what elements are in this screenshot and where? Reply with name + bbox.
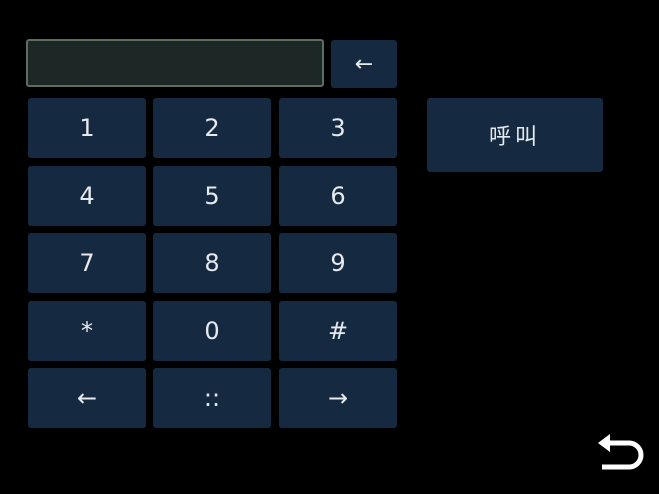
- key-colon-label: ::: [203, 384, 221, 412]
- back-button[interactable]: [592, 433, 648, 483]
- key-9-label: 9: [330, 249, 346, 277]
- key-star-button[interactable]: *: [28, 301, 146, 361]
- key-4-button[interactable]: 4: [28, 166, 146, 226]
- key-2-button[interactable]: 2: [153, 98, 271, 158]
- key-1-label: 1: [79, 114, 95, 142]
- key-hash-button[interactable]: #: [279, 301, 397, 361]
- key-colon-button[interactable]: ::: [153, 368, 271, 428]
- cursor-left-label: ←: [76, 384, 98, 412]
- key-3-button[interactable]: 3: [279, 98, 397, 158]
- call-button[interactable]: 呼叫: [427, 98, 603, 172]
- cursor-right-label: →: [327, 384, 349, 412]
- key-8-label: 8: [204, 249, 220, 277]
- key-0-button[interactable]: 0: [153, 301, 271, 361]
- dialer-screen: ← 1 2 3 4 5 6 7 8 9 * 0 # ← :: → 呼叫: [0, 0, 659, 494]
- key-2-label: 2: [204, 114, 220, 142]
- key-3-label: 3: [330, 114, 346, 142]
- cursor-right-button[interactable]: →: [279, 368, 397, 428]
- key-0-label: 0: [204, 317, 220, 345]
- key-1-button[interactable]: 1: [28, 98, 146, 158]
- backspace-label: ←: [354, 51, 374, 77]
- key-star-label: *: [81, 317, 93, 345]
- key-4-label: 4: [79, 182, 95, 210]
- key-5-label: 5: [204, 182, 220, 210]
- key-7-label: 7: [79, 249, 95, 277]
- call-button-label: 呼叫: [488, 125, 541, 150]
- key-6-button[interactable]: 6: [279, 166, 397, 226]
- number-display-field[interactable]: [26, 39, 324, 87]
- backspace-button[interactable]: ←: [331, 40, 397, 88]
- key-7-button[interactable]: 7: [28, 233, 146, 293]
- key-6-label: 6: [330, 182, 346, 210]
- key-9-button[interactable]: 9: [279, 233, 397, 293]
- key-hash-label: #: [327, 317, 349, 345]
- key-8-button[interactable]: 8: [153, 233, 271, 293]
- return-arrow-icon: [598, 434, 644, 470]
- key-5-button[interactable]: 5: [153, 166, 271, 226]
- cursor-left-button[interactable]: ←: [28, 368, 146, 428]
